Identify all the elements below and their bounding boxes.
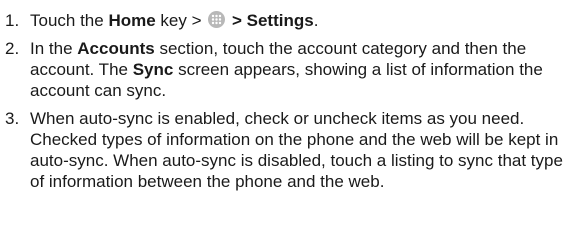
step-1: 1. Touch the Home key > > Settings. <box>0 10 566 31</box>
sync-label: Sync <box>132 60 174 79</box>
step-text: Touch the Home key > > Settings. <box>30 11 318 30</box>
step-number: 2. <box>5 39 20 58</box>
step-3: 3. When auto-sync is enabled, check or u… <box>0 108 566 192</box>
accounts-label: Accounts <box>77 39 155 58</box>
text-segment: > <box>227 11 247 30</box>
instruction-steps: 1. Touch the Home key > > Settings. 2. I… <box>0 0 566 192</box>
text-segment: Touch the <box>30 11 109 30</box>
step-2: 2. In the Accounts section, touch the ac… <box>0 38 566 101</box>
step-number: 3. <box>5 109 20 128</box>
step-text: When auto-sync is enabled, check or unch… <box>30 109 563 191</box>
text-segment: key > <box>155 11 207 30</box>
settings-label: Settings <box>246 11 314 30</box>
text-segment: In the <box>30 39 78 58</box>
step-number: 1. <box>5 11 20 30</box>
step-text: In the Accounts section, touch the accou… <box>30 39 543 100</box>
home-key-label: Home <box>108 11 156 30</box>
apps-launcher-icon <box>208 11 226 28</box>
text-segment: . <box>313 11 319 30</box>
